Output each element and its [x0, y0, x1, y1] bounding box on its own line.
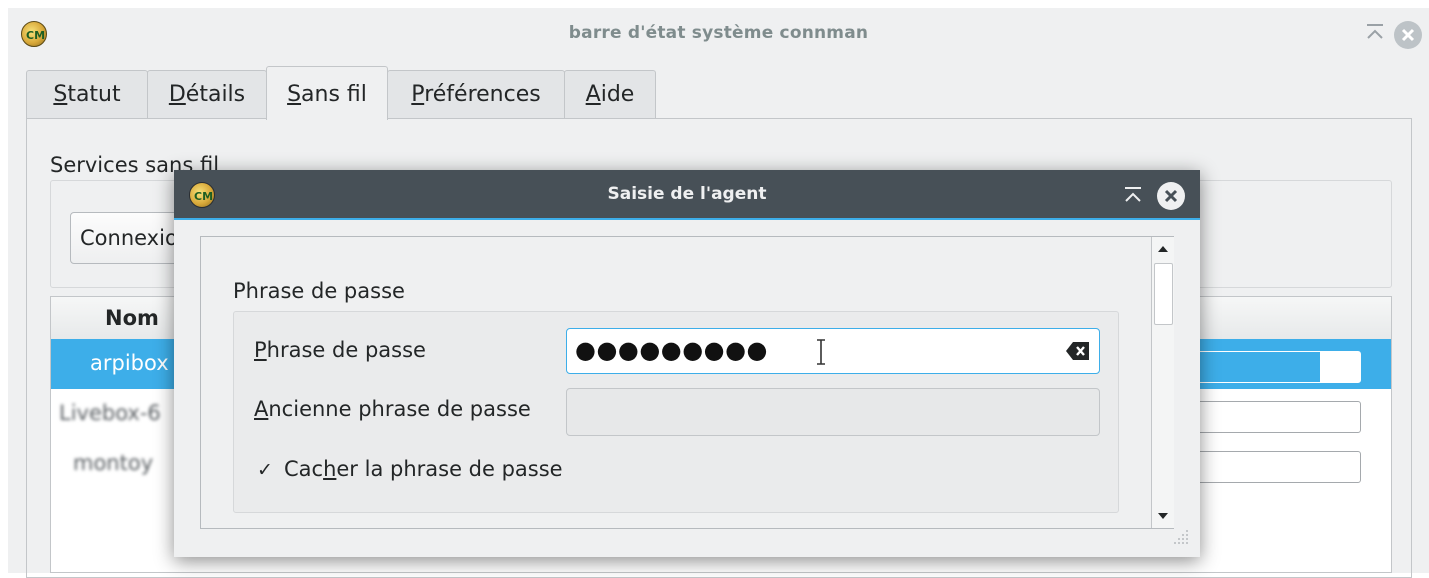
passphrase-label: Phrase de passe [254, 338, 426, 362]
main-window-title: barre d'état système connman [568, 23, 869, 43]
vertical-scrollbar[interactable] [1151, 237, 1174, 528]
main-titlebar[interactable]: CM barre d'état système connman [8, 8, 1429, 60]
scrollbar-thumb[interactable] [1154, 263, 1173, 325]
dialog-title: Saisie de l'agent [607, 184, 767, 204]
passphrase-input[interactable]: ●●●●●●●●● [566, 328, 1100, 374]
column-header-name[interactable]: Nom [105, 306, 159, 330]
tab-preferences[interactable]: Préférences [387, 70, 565, 118]
old-passphrase-label: Ancienne phrase de passe [254, 397, 531, 421]
service-name: arpibox [90, 351, 169, 375]
tab-details[interactable]: Détails [147, 70, 267, 118]
checkbox-check-icon[interactable]: ✓ [254, 459, 276, 481]
keep-above-icon[interactable] [1361, 18, 1389, 46]
scroll-down-icon[interactable] [1152, 504, 1174, 528]
scroll-up-icon[interactable] [1152, 237, 1174, 261]
close-icon[interactable] [1157, 182, 1185, 210]
agent-dialog: CM Saisie de l'agent Phrase de passe Phr… [174, 170, 1200, 557]
resize-grip-icon[interactable] [1172, 528, 1190, 546]
clear-text-icon[interactable] [1065, 340, 1091, 362]
close-icon[interactable] [1394, 21, 1422, 49]
keep-above-icon[interactable] [1120, 182, 1146, 208]
passphrase-group-label: Phrase de passe [233, 279, 405, 303]
tab-sans-fil[interactable]: Sans fil [266, 66, 388, 120]
dialog-titlebar[interactable]: CM Saisie de l'agent [174, 170, 1200, 220]
service-name: Livebox-6 [59, 401, 161, 425]
tab-statut[interactable]: Statut [26, 70, 148, 118]
hide-passphrase-label: Cacher la phrase de passe [284, 457, 563, 481]
tab-aide[interactable]: Aide [564, 70, 656, 118]
text-cursor-icon [817, 339, 825, 365]
passphrase-value: ●●●●●●●●● [575, 336, 768, 364]
passphrase-group: Phrase de passe ●●●●●●●●● Ancienne phras… [233, 311, 1119, 513]
old-passphrase-input[interactable] [566, 388, 1100, 436]
service-name: montoy [73, 451, 154, 475]
dialog-scroll-area: Phrase de passe Phrase de passe ●●●●●●●●… [200, 236, 1174, 529]
